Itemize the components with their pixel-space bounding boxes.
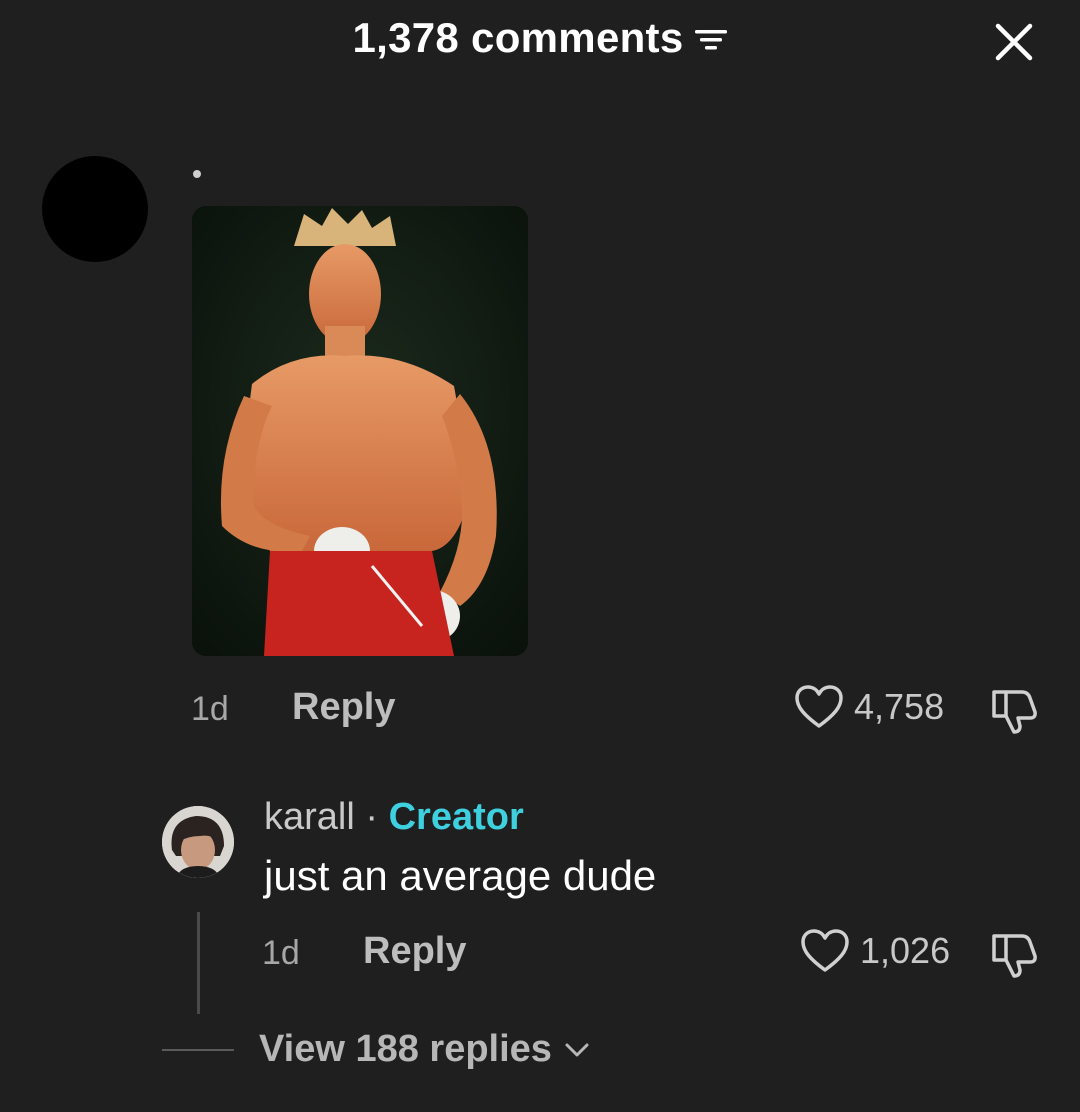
creator-badge: Creator xyxy=(388,796,524,838)
view-replies-button[interactable]: View 188 replies xyxy=(259,1028,590,1071)
view-replies-label: View 188 replies xyxy=(259,1028,552,1070)
thread-line xyxy=(197,912,200,1014)
reply-username[interactable]: karall xyxy=(264,796,355,838)
view-replies-divider xyxy=(162,1049,234,1051)
comment-like-count: 4,758 xyxy=(854,686,945,727)
heart-icon[interactable] xyxy=(794,684,844,730)
reply-like-count: 1,026 xyxy=(860,930,951,971)
heart-icon[interactable] xyxy=(800,928,850,974)
creator-avatar[interactable] xyxy=(162,806,234,878)
comments-sheet: 1,378 comments 1d Reply 4,758 karall · C… xyxy=(0,0,1080,1112)
comment-reply-button[interactable]: Reply xyxy=(292,686,395,729)
reply-time: 1d xyxy=(262,934,300,972)
thumbs-down-icon[interactable] xyxy=(988,684,1040,736)
comments-count-title: 1,378 comments xyxy=(352,14,684,61)
reply-header: karall · Creator xyxy=(264,796,524,839)
filter-icon[interactable] xyxy=(694,26,728,54)
reply-reply-button[interactable]: Reply xyxy=(363,930,466,973)
comment-photo[interactable] xyxy=(192,206,528,656)
reply-like-group: 1,026 xyxy=(800,928,950,974)
name-separator: · xyxy=(365,796,379,838)
close-icon[interactable] xyxy=(992,20,1036,64)
comment-like-group: 4,758 xyxy=(794,684,944,730)
commenter-avatar[interactable] xyxy=(42,156,148,262)
reply-text: just an average dude xyxy=(264,852,657,899)
comment-time: 1d xyxy=(191,690,229,728)
thumbs-down-icon[interactable] xyxy=(988,928,1040,980)
commenter-username[interactable] xyxy=(193,170,201,178)
comments-header: 1,378 comments xyxy=(0,14,1080,62)
chevron-down-icon xyxy=(565,1043,589,1056)
